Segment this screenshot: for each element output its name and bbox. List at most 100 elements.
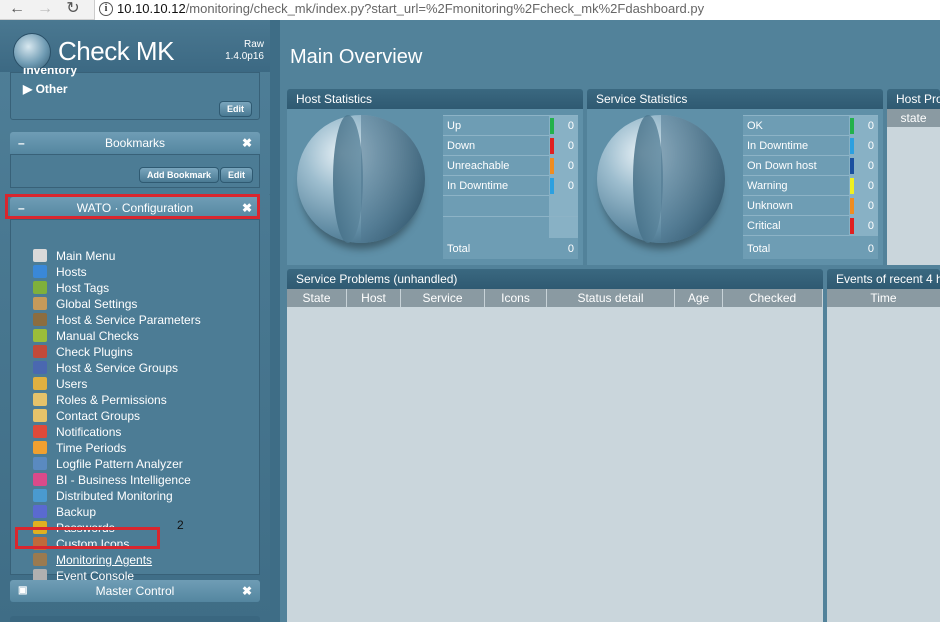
- close-icon[interactable]: ✖: [242, 132, 252, 154]
- service-stat-row-unknown[interactable]: Unknown 0: [743, 196, 878, 216]
- wato-item-monitoring-agents[interactable]: Monitoring Agents: [33, 552, 152, 568]
- forward-arrow-icon[interactable]: →: [34, 0, 56, 20]
- total-value: 0: [867, 243, 874, 255]
- restore-icon[interactable]: ▣: [18, 580, 27, 602]
- reload-icon[interactable]: ↻: [62, 0, 84, 20]
- wato-item-manual-checks[interactable]: Manual Checks: [33, 328, 139, 344]
- host-statistics-header[interactable]: Host Statistics: [287, 89, 583, 109]
- views-edit-button[interactable]: Edit: [219, 101, 252, 117]
- column-header-checked[interactable]: Checked: [723, 289, 823, 307]
- service-stat-row-on-down-host[interactable]: On Down host 0: [743, 156, 878, 176]
- back-arrow-icon[interactable]: ←: [6, 0, 28, 20]
- host-problems-header[interactable]: Host Pro: [887, 89, 940, 109]
- column-header-age[interactable]: Age: [675, 289, 723, 307]
- host-stat-row-in-downtime[interactable]: In Downtime 0: [443, 176, 578, 196]
- logo-text[interactable]: Check MK: [58, 36, 174, 67]
- column-header-time[interactable]: Time: [827, 289, 940, 307]
- wato-item-host-service-parameters[interactable]: Host & Service Parameters: [33, 312, 201, 328]
- bookmarks-edit-button[interactable]: Edit: [220, 167, 253, 183]
- edition-label: Raw 1.4.0p16: [214, 39, 264, 63]
- column-header-status-detail[interactable]: Status detail: [547, 289, 675, 307]
- status-color-bar: [550, 178, 554, 194]
- service-total-row[interactable]: Total 0: [743, 239, 878, 259]
- column-header-state[interactable]: State: [287, 289, 347, 307]
- wato-item-distributed-monitoring[interactable]: Distributed Monitoring: [33, 488, 173, 504]
- wato-item-host-service-groups[interactable]: Host & Service Groups: [33, 360, 178, 376]
- views-folder-inventory[interactable]: Inventory: [23, 68, 77, 77]
- wato-item-time-periods[interactable]: Time Periods: [33, 440, 126, 456]
- stat-value: 0: [867, 160, 874, 172]
- add-bookmark-button[interactable]: Add Bookmark: [139, 167, 220, 183]
- wato-item-label: BI - Business Intelligence: [56, 473, 191, 487]
- url-path: /monitoring/check_mk/index.py?start_url=…: [185, 1, 705, 16]
- total-label: Total: [747, 243, 771, 255]
- views-folder-other[interactable]: ▶ Other: [23, 82, 68, 96]
- wato-item-global-settings[interactable]: Global Settings: [33, 296, 137, 312]
- wato-item-label: Time Periods: [56, 441, 127, 455]
- hosts-icon: [33, 265, 47, 278]
- wato-item-label: Users: [56, 377, 88, 391]
- wato-item-notifications[interactable]: Notifications: [33, 424, 121, 440]
- stat-value: 0: [567, 120, 574, 132]
- main-content: Main Overview Host Statistics Up 0 Down 0 Un…: [270, 20, 940, 622]
- host-total-row[interactable]: Total 0: [443, 239, 578, 259]
- column-header-icons[interactable]: Icons: [485, 289, 547, 307]
- stat-label: Warning: [747, 180, 788, 192]
- wato-item-bi-business-intelligence[interactable]: BI - Business Intelligence: [33, 472, 191, 488]
- distributed-icon: [33, 489, 47, 502]
- version-number: 1.4.0p16: [225, 51, 264, 62]
- global-settings-icon: [33, 297, 47, 310]
- host-globe-icon: [297, 115, 425, 243]
- service-statistics-header[interactable]: Service Statistics: [587, 89, 883, 109]
- service-stat-row-in-downtime[interactable]: In Downtime 0: [743, 136, 878, 156]
- wato-item-main-menu[interactable]: Main Menu: [33, 248, 115, 264]
- sidebar-divider: [270, 20, 280, 622]
- wato-item-label: Contact Groups: [56, 409, 141, 423]
- check-mk-logo-icon[interactable]: [13, 33, 51, 71]
- stat-label: Unknown: [747, 200, 793, 212]
- stat-value: 0: [567, 180, 574, 192]
- browser-toolbar: ← → ↻ i 10.10.10.12/monitoring/check_mk/i…: [0, 0, 940, 20]
- close-icon[interactable]: ✖: [242, 580, 252, 602]
- status-color-bar: [850, 218, 854, 234]
- wato-item-backup[interactable]: Backup: [33, 504, 96, 520]
- wato-item-label: Hosts: [56, 265, 87, 279]
- column-header-state[interactable]: state: [887, 109, 940, 127]
- bookmarks-title: Bookmarks: [104, 136, 166, 150]
- wato-item-check-plugins[interactable]: Check Plugins: [33, 344, 133, 360]
- column-header-host[interactable]: Host: [347, 289, 401, 307]
- wato-item-hosts[interactable]: Hosts: [33, 264, 87, 280]
- wato-item-users[interactable]: Users: [33, 376, 87, 392]
- minimize-icon[interactable]: –: [18, 132, 25, 154]
- stat-value: 0: [867, 220, 874, 232]
- events-header[interactable]: Events of recent 4 h: [827, 269, 940, 289]
- wato-item-label: Host & Service Groups: [56, 361, 179, 375]
- stat-value: 0: [867, 200, 874, 212]
- stat-value: 0: [567, 160, 574, 172]
- sidebar-header: Check MK Raw 1.4.0p16: [0, 20, 270, 72]
- service-globe-icon: [597, 115, 725, 243]
- host-stat-row-down[interactable]: Down 0: [443, 136, 578, 156]
- annotation-marker-2: 2: [177, 518, 184, 532]
- master-control-snapin-title[interactable]: ▣ Master Control ✖: [10, 580, 260, 602]
- url-host: 10.10.10.12: [117, 1, 186, 16]
- host-stat-row-unreachable[interactable]: Unreachable 0: [443, 156, 578, 176]
- host-tags-icon: [33, 281, 47, 294]
- views-snapin: Inventory ▶ Other Edit: [10, 68, 260, 120]
- stat-label: OK: [747, 120, 763, 132]
- service-stat-row-ok[interactable]: OK 0: [743, 116, 878, 136]
- address-bar[interactable]: i 10.10.10.12/monitoring/check_mk/index.p…: [94, 0, 940, 20]
- wato-item-contact-groups[interactable]: Contact Groups: [33, 408, 140, 424]
- service-problems-header[interactable]: Service Problems (unhandled): [287, 269, 823, 289]
- wato-item-logfile-pattern-analyzer[interactable]: Logfile Pattern Analyzer: [33, 456, 183, 472]
- service-problems-table: State Host Service Icons Status detail Age Che…: [287, 289, 823, 622]
- service-stat-row-warning[interactable]: Warning 0: [743, 176, 878, 196]
- wato-item-roles-permissions[interactable]: Roles & Permissions: [33, 392, 167, 408]
- bookmarks-snapin-title[interactable]: – Bookmarks ✖: [10, 132, 260, 154]
- page-title: Main Overview: [290, 46, 423, 68]
- wato-item-host-tags[interactable]: Host Tags: [33, 280, 109, 296]
- site-info-icon[interactable]: i: [99, 2, 113, 16]
- column-header-service[interactable]: Service: [401, 289, 485, 307]
- service-stat-row-critical[interactable]: Critical 0: [743, 216, 878, 236]
- host-stat-row-up[interactable]: Up 0: [443, 116, 578, 136]
